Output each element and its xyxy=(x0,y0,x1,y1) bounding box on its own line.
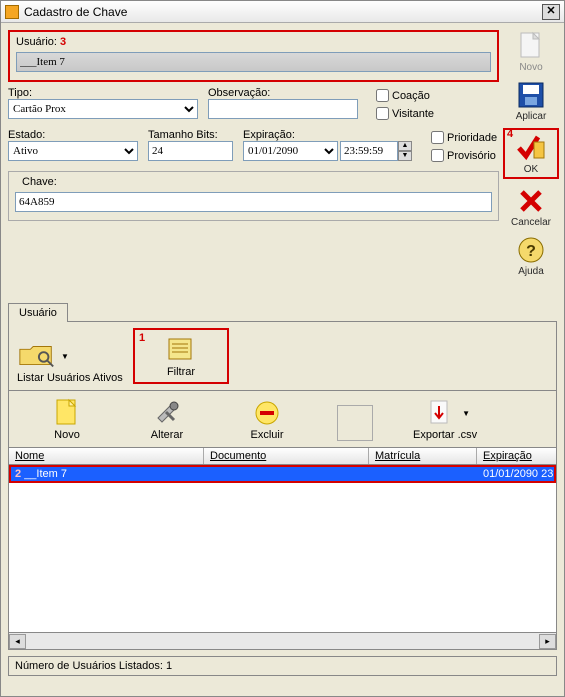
excluir-button[interactable]: Excluir xyxy=(237,397,297,441)
time-down-button[interactable]: ▼ xyxy=(398,151,412,161)
observacao-label: Observação: xyxy=(208,87,358,99)
chave-input[interactable] xyxy=(15,192,492,212)
table-header: Nome Documento Matrícula Expiração xyxy=(8,448,557,465)
ok-check-icon xyxy=(515,132,547,164)
chevron-down-icon: ▼ xyxy=(461,408,471,418)
col-matricula[interactable]: Matrícula xyxy=(369,448,477,464)
coacao-check[interactable]: Coação xyxy=(376,89,499,102)
svg-text:?: ? xyxy=(526,243,536,260)
expiracao-date[interactable]: 01/01/2090 xyxy=(243,141,338,161)
col-documento[interactable]: Documento xyxy=(204,448,369,464)
usuario-group: Usuário: 3 xyxy=(8,30,499,82)
usuario-input[interactable] xyxy=(16,52,491,72)
table-row[interactable]: 2 __Item 7 01/01/2090 23:... xyxy=(9,465,556,483)
tamanho-label: Tamanho Bits: xyxy=(148,129,233,141)
filtrar-wrap: 1 Filtrar xyxy=(133,328,229,384)
app-icon xyxy=(5,5,19,19)
annotation-3: 3 xyxy=(60,36,66,48)
chave-group: Chave: xyxy=(8,171,499,221)
filter-icon xyxy=(161,334,201,366)
novo-button[interactable]: Novo xyxy=(507,30,555,73)
col-expiracao[interactable]: Expiração xyxy=(477,448,556,464)
ok-wrap: 4 OK xyxy=(503,128,559,179)
time-up-button[interactable]: ▲ xyxy=(398,141,412,151)
expiracao-time[interactable] xyxy=(340,141,398,161)
col-nome[interactable]: Nome xyxy=(9,448,204,464)
cancel-icon xyxy=(515,185,547,217)
placeholder-box xyxy=(337,405,373,441)
export-icon xyxy=(419,397,459,429)
new-document-icon xyxy=(515,30,547,62)
window-title: Cadastro de Chave xyxy=(24,5,542,19)
estado-label: Estado: xyxy=(8,129,138,141)
tamanho-input[interactable] xyxy=(148,141,233,161)
ok-button[interactable]: OK xyxy=(507,132,555,175)
expiracao-label: Expiração: xyxy=(243,129,413,141)
scroll-left-button[interactable]: ◂ xyxy=(9,634,26,649)
prioridade-check[interactable]: Prioridade xyxy=(431,131,499,144)
visitante-check[interactable]: Visitante xyxy=(376,107,499,120)
exportar-button[interactable]: ▼ Exportar .csv xyxy=(413,397,477,441)
tipo-select[interactable]: Cartão Prox xyxy=(8,99,198,119)
estado-select[interactable]: Ativo xyxy=(8,141,138,161)
filtrar-button[interactable]: Filtrar xyxy=(151,334,211,378)
aplicar-button[interactable]: Aplicar xyxy=(507,79,555,122)
table-body[interactable]: 2 __Item 7 01/01/2090 23:... xyxy=(8,465,557,633)
alterar-button[interactable]: Alterar xyxy=(137,397,197,441)
chevron-down-icon: ▼ xyxy=(60,351,70,361)
titlebar: Cadastro de Chave ✕ xyxy=(1,1,564,23)
provisorio-check[interactable]: Provisório xyxy=(431,149,499,162)
tools-icon xyxy=(147,397,187,429)
status-bar: Número de Usuários Listados: 1 xyxy=(8,656,557,676)
usuario-label: Usuário: xyxy=(16,36,57,48)
folder-search-icon xyxy=(17,340,57,372)
horizontal-scrollbar[interactable]: ◂ ▸ xyxy=(8,633,557,650)
close-button[interactable]: ✕ xyxy=(542,4,560,20)
minus-circle-icon xyxy=(247,397,287,429)
chave-label: Chave: xyxy=(19,176,60,188)
tab-row: Usuário xyxy=(8,302,557,321)
novo-user-button[interactable]: Novo xyxy=(37,397,97,441)
scroll-track[interactable] xyxy=(26,634,539,649)
save-icon xyxy=(515,79,547,111)
listar-usuarios-button[interactable]: ▼ Listar Usuários Ativos xyxy=(17,340,127,384)
tipo-label: Tipo: xyxy=(8,87,198,99)
annotation-2: 2 xyxy=(15,468,21,480)
ajuda-button[interactable]: ? Ajuda xyxy=(507,234,555,277)
help-icon: ? xyxy=(515,234,547,266)
observacao-input[interactable] xyxy=(208,99,358,119)
scroll-right-button[interactable]: ▸ xyxy=(539,634,556,649)
cancelar-button[interactable]: Cancelar xyxy=(507,185,555,228)
annotation-1: 1 xyxy=(139,332,145,344)
new-yellow-icon xyxy=(47,397,87,429)
tab-usuario[interactable]: Usuário xyxy=(8,303,68,322)
